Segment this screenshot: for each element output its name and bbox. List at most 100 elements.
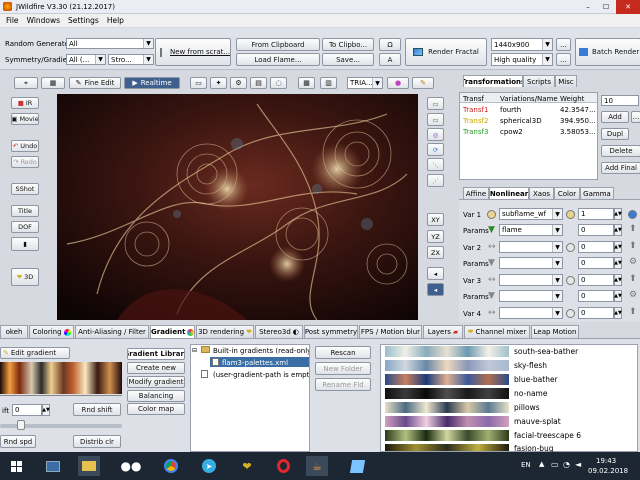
var1-toggle-icon[interactable] (566, 210, 575, 219)
params1-up-icon[interactable]: ⬆ (629, 224, 637, 234)
params2-amount[interactable]: 0 (578, 257, 614, 269)
var3-select[interactable]: ▼ (499, 274, 563, 286)
params2-spinner[interactable]: ▲▼ (614, 257, 622, 269)
params3-spinner[interactable]: ▲▼ (614, 290, 622, 302)
clock-time[interactable]: 19:43 (596, 457, 616, 465)
close-button[interactable]: ✕ (616, 0, 640, 14)
tab-channel-mixer[interactable]: ❤ Channel mixer (464, 325, 530, 338)
shift-slider-thumb[interactable] (17, 420, 25, 430)
scale-tool-button[interactable]: ◎ (427, 128, 444, 141)
tool-c-button[interactable]: ⚙ (230, 77, 247, 89)
table-row-2-name[interactable]: spherical3D (500, 117, 542, 125)
tab-affine[interactable]: Affine (463, 187, 489, 199)
realtime-button[interactable]: ▶ Realtime (124, 77, 180, 89)
gradient-library-button[interactable]: Gradient Library (127, 348, 185, 360)
var1-icon[interactable] (487, 210, 496, 219)
var3-spinner[interactable]: ▲▼ (614, 274, 622, 286)
var1-spinner[interactable]: ▲▼ (614, 208, 622, 220)
params1-spinner[interactable]: ▲▼ (614, 224, 622, 236)
var2-add-icon[interactable]: ↔ (488, 242, 496, 252)
add-final-button[interactable]: Add Final (601, 162, 640, 174)
gradient-swatch-6[interactable] (385, 416, 509, 427)
modify-gradient-button[interactable]: Modify gradient (127, 376, 185, 388)
tree-root-label[interactable]: Built-in gradients (read-only) (213, 347, 309, 355)
gradient-cursor[interactable] (0, 395, 122, 401)
tab-fps-motion-blur[interactable]: FPS / Motion blur (359, 325, 422, 338)
params1-expand-icon[interactable]: ▼ (488, 225, 495, 235)
node-tool-button[interactable]: ⋱ (427, 158, 444, 171)
chevron-tool-button[interactable]: ◂ (427, 267, 444, 280)
add-transform-button[interactable]: Add (601, 111, 629, 123)
params3-amount[interactable]: 0 (578, 290, 614, 302)
tab-misc[interactable]: Misc (555, 75, 577, 87)
refresh-tool-button[interactable]: ⟳ (427, 143, 444, 156)
params1-select[interactable]: flame ▼ (499, 224, 563, 236)
menu-windows[interactable]: Windows (27, 16, 60, 25)
gradient-name-4[interactable]: no-name (514, 389, 547, 398)
random-generator-select[interactable]: All ▼ (66, 38, 154, 49)
undo-button[interactable]: ↶ Undo (11, 140, 39, 152)
tray-chevron-icon[interactable]: ▲ (539, 460, 544, 468)
delete-button[interactable]: Delete (601, 145, 640, 157)
table-row-2-transf[interactable]: Transf2 (463, 117, 488, 125)
tool-e-button[interactable]: ◌ (270, 77, 287, 89)
tab-coloring[interactable]: Coloring (29, 325, 74, 338)
var4-toggle-icon[interactable] (566, 309, 575, 318)
load-flame-button[interactable]: Load Flame... (236, 53, 320, 66)
tree-child-label[interactable]: flam3-palettes.xml (222, 359, 288, 367)
rnd-spd-button[interactable]: Rnd spd (0, 435, 36, 448)
rotate-tool-button[interactable]: ▭ (427, 113, 444, 126)
var2-up-icon[interactable]: ⬆ (629, 241, 637, 251)
ir-button[interactable]: ■ IR (11, 97, 39, 109)
color-tool-button[interactable]: ● (387, 77, 409, 89)
xy-button[interactable]: XY (427, 213, 444, 226)
gradient-swatch-1[interactable] (385, 346, 509, 357)
var4-up-icon[interactable]: ⬆ (629, 307, 637, 317)
tree-user-label[interactable]: (user-gradient-path is empty) (213, 371, 309, 379)
a-button[interactable]: A (379, 53, 401, 66)
table-row-3-weight[interactable]: 3.58053... (560, 128, 596, 136)
gradient-name-6[interactable]: mauve-splat (514, 417, 561, 426)
from-clipboard-button[interactable]: From Clipboard (236, 38, 320, 51)
language-indicator[interactable]: EN (521, 461, 531, 469)
edit-gradient-button[interactable]: ✎ Edit gradient (0, 347, 70, 359)
table-row-3-name[interactable]: cpow2 (500, 128, 523, 136)
params2-expand-icon[interactable]: ▼ (488, 258, 495, 268)
java-app-button[interactable]: ☕ (306, 456, 328, 476)
clock-date[interactable]: 09.02.2018 (588, 467, 628, 475)
tool-b-button[interactable]: ✦ (210, 77, 227, 89)
params3-expand-icon[interactable]: ▼ (488, 291, 495, 301)
tab-xaos[interactable]: Xaos (529, 187, 554, 199)
tab-anti-aliasing[interactable]: Anti-Aliasing / Filter (75, 325, 149, 338)
menu-file[interactable]: File (6, 16, 19, 25)
var1-amount[interactable]: 1 (578, 208, 614, 220)
new-from-scratch-button[interactable]: New from scrat... (155, 38, 231, 66)
var2-toggle-icon[interactable] (566, 243, 575, 252)
media-app-button[interactable]: ●● (120, 456, 142, 476)
menu-settings[interactable]: Settings (68, 16, 99, 25)
rescan-button[interactable]: Rescan (315, 346, 371, 359)
var4-spinner[interactable]: ▲▼ (614, 307, 622, 319)
shift-spinner[interactable]: ▲▼ (42, 404, 50, 416)
opera-button[interactable] (272, 456, 294, 476)
start-button[interactable] (6, 456, 26, 476)
params2-select[interactable]: ▼ (499, 257, 563, 269)
notes-app-button[interactable] (346, 456, 368, 476)
file-explorer-button[interactable] (78, 456, 100, 476)
tab-gradient[interactable]: Gradient (150, 325, 195, 338)
balancing-button[interactable]: Balancing (127, 390, 185, 402)
save-button[interactable]: Save... (322, 53, 374, 66)
tab-gamma[interactable]: Gamma (580, 187, 614, 199)
var4-amount[interactable]: 0 (578, 307, 614, 319)
active-tool-button[interactable]: ◂ (427, 283, 444, 296)
gradient-name-2[interactable]: sky-flesh (514, 361, 547, 370)
tool-a-button[interactable]: ▭ (190, 77, 207, 89)
var3-toggle-icon[interactable] (566, 276, 575, 285)
resolution-select[interactable]: 1440x900 ▼ (491, 38, 553, 51)
params1-amount[interactable]: 0 (578, 224, 614, 236)
var4-select[interactable]: ▼ (499, 307, 563, 319)
distrib-clr-button[interactable]: Distrib clr (73, 435, 121, 448)
var2-amount[interactable]: 0 (578, 241, 614, 253)
tab-scripts[interactable]: Scripts (523, 75, 555, 87)
params3-select[interactable]: ▼ (499, 290, 563, 302)
